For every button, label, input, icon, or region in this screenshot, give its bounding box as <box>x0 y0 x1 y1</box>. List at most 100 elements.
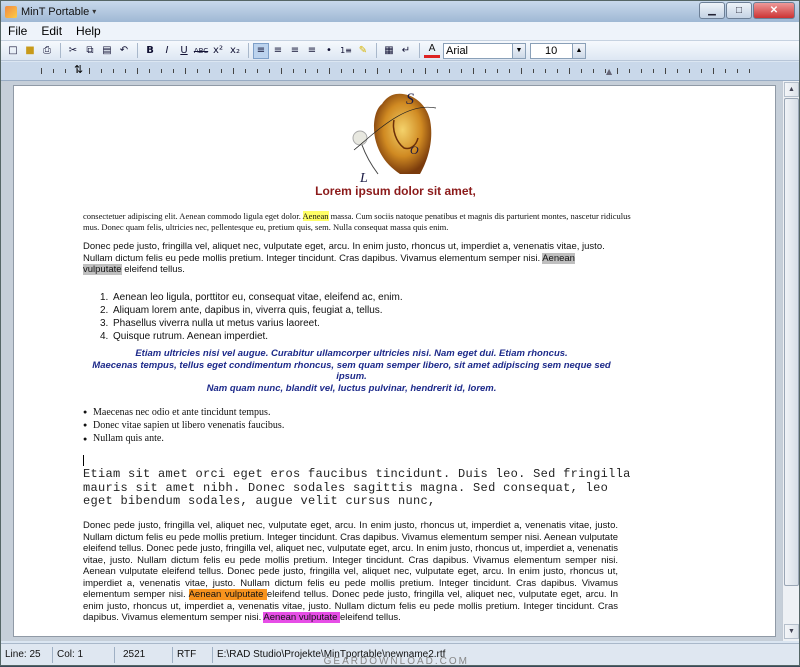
list-number: 2. <box>100 305 109 316</box>
align-center-icon[interactable]: ≡ <box>270 43 286 59</box>
title-menu-caret[interactable]: ▾ <box>92 7 96 16</box>
title-bar[interactable]: MinT Portable ▾ ▁ □ ✕ <box>1 1 799 22</box>
align-right-icon[interactable]: ≡ <box>304 43 320 59</box>
ruler-tick <box>437 69 438 73</box>
monospace-paragraph: Etiam sit amet orci eget eros faucibus t… <box>83 467 631 508</box>
ruler-tick <box>101 69 102 73</box>
quote-line: Etiam ultricies nisi vel augue. Curabitu… <box>135 348 568 359</box>
ruler-tick <box>221 69 222 73</box>
ruler-tick <box>713 68 714 74</box>
font-color-icon[interactable]: A <box>424 43 440 58</box>
ruler-tick <box>125 69 126 73</box>
font-name-select[interactable]: Arial ▼ <box>443 42 526 59</box>
menu-edit[interactable]: Edit <box>34 24 69 38</box>
minimize-button[interactable]: ▁ <box>699 2 725 19</box>
editor-area: S O L Lorem ipsum dolor sit amet, consec… <box>1 81 799 641</box>
ruler-tick <box>65 69 66 73</box>
ruler-tick <box>89 68 90 74</box>
ruler-tick <box>581 69 582 73</box>
list-number: 3. <box>100 318 109 329</box>
quote-line: Maecenas tempus, tellus eget condimentum… <box>92 359 611 383</box>
scroll-up-icon[interactable]: ▲ <box>784 82 799 97</box>
ruler-tick <box>389 69 390 73</box>
paragraph-text: Donec pede justo, fringilla vel, aliquet… <box>83 520 618 600</box>
list-number: 1. <box>100 292 109 303</box>
strikethrough-icon[interactable]: ABC <box>193 43 209 59</box>
scroll-thumb[interactable] <box>784 98 799 586</box>
numbered-list-icon[interactable]: 1≡ <box>338 43 354 59</box>
ruler-tick <box>329 68 330 74</box>
paragraph-2: Donec pede justo, fringilla vel, aliquet… <box>83 241 615 276</box>
list-item-text: Phasellus viverra nulla ut metus varius … <box>113 318 320 329</box>
paragraph-text: consectetuer adipiscing elit. Aenean com… <box>83 211 303 221</box>
maximize-button[interactable]: □ <box>726 2 752 19</box>
paste-icon[interactable]: ▤ <box>99 43 115 59</box>
app-icon[interactable] <box>5 5 17 18</box>
align-justify-icon[interactable]: ≡ <box>287 43 303 59</box>
subscript-icon[interactable]: x₂ <box>227 43 243 59</box>
document-page[interactable]: S O L Lorem ipsum dolor sit amet, consec… <box>13 85 776 637</box>
quote-block: Etiam ultricies nisi vel augue. Curabitu… <box>83 348 620 394</box>
ruler-tick <box>413 69 414 73</box>
indent-marker-icon[interactable]: ⇅ <box>74 63 83 76</box>
chevron-down-icon[interactable]: ▼ <box>512 43 525 58</box>
close-button[interactable]: ✕ <box>753 2 795 19</box>
ruler-tick <box>281 68 282 74</box>
ruler-tick <box>317 69 318 73</box>
menu-help[interactable]: Help <box>69 24 108 38</box>
list-item: Nullam quis ante. <box>83 432 284 445</box>
bold-icon[interactable]: B <box>142 43 158 59</box>
toolbar-separator <box>137 43 138 58</box>
list-number: 4. <box>100 331 109 342</box>
status-column: Col: 1 <box>53 646 115 663</box>
right-margin-marker-icon[interactable]: ▲ <box>606 67 612 76</box>
ruler-tick <box>725 69 726 73</box>
ruler-tick <box>41 68 42 74</box>
menu-file[interactable]: File <box>1 24 34 38</box>
copy-icon[interactable]: ⧉ <box>82 43 98 59</box>
ruler-tick <box>149 69 150 73</box>
vertical-scrollbar[interactable]: ▲ ▼ <box>782 81 799 641</box>
ruler-tick <box>689 69 690 73</box>
ruler-tick <box>701 69 702 73</box>
ruler-tick <box>233 68 234 74</box>
italic-icon[interactable]: I <box>159 43 175 59</box>
bullet-list-icon[interactable]: • <box>321 43 337 59</box>
highlight-icon[interactable]: ✎ <box>355 43 371 59</box>
ruler-tick <box>593 69 594 73</box>
cut-icon[interactable]: ✂ <box>65 43 81 59</box>
paragraph-text: Donec pede justo, fringilla vel, aliquet… <box>83 241 605 264</box>
open-folder-icon[interactable]: ■ <box>22 43 38 59</box>
line-break-icon[interactable]: ↵ <box>398 43 414 59</box>
print-icon[interactable]: ⎙ <box>39 43 55 59</box>
font-name-value: Arial <box>446 44 469 57</box>
ruler-tick <box>497 69 498 73</box>
stepper-arrows-icon[interactable]: ▲ <box>572 43 585 58</box>
ruler-tick <box>605 69 606 73</box>
bullet-list: Maecenas nec odio et ante tincidunt temp… <box>83 406 284 446</box>
new-document-icon[interactable]: □ <box>5 43 21 59</box>
ruler-tick <box>77 69 78 73</box>
ruler-tick <box>377 68 378 74</box>
list-item: 3. Phasellus viverra nulla ut metus variu… <box>100 317 403 330</box>
ordered-list: 1. Aenean leo ligula, porttitor eu, conse… <box>100 291 403 343</box>
ruler-tick <box>161 69 162 73</box>
insert-table-icon[interactable]: ▦ <box>381 43 397 59</box>
ruler-tick <box>341 69 342 73</box>
toolbar-separator <box>376 43 377 58</box>
ruler-tick <box>197 69 198 73</box>
list-item-text: Aenean leo ligula, porttitor eu, consequ… <box>113 292 403 303</box>
undo-icon[interactable]: ↶ <box>116 43 132 59</box>
toolbar: □ ■ ⎙ ✂ ⧉ ▤ ↶ B I U ABC x² x₂ ≡ ≡ ≡ ≡ • … <box>1 41 799 61</box>
toolbar-separator <box>60 43 61 58</box>
scroll-down-icon[interactable]: ▼ <box>784 624 799 639</box>
ruler-tick <box>677 69 678 73</box>
ruler[interactable]: ⇅ ▲ <box>1 62 799 81</box>
ruler-tick <box>617 68 618 74</box>
status-format: RTF <box>173 646 213 663</box>
superscript-icon[interactable]: x² <box>210 43 226 59</box>
align-left-icon[interactable]: ≡ <box>253 42 269 59</box>
highlighted-text: Aenean <box>302 211 329 221</box>
font-size-stepper[interactable]: 10 ▲ <box>530 42 586 59</box>
underline-icon[interactable]: U <box>176 43 192 59</box>
